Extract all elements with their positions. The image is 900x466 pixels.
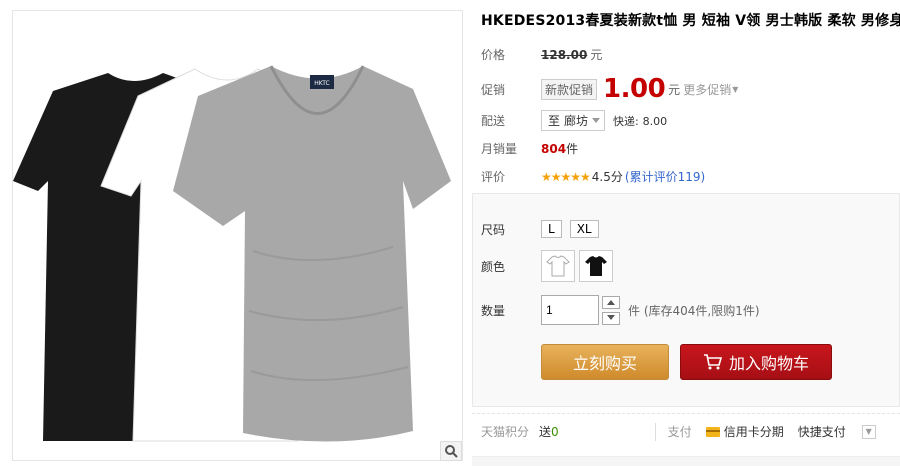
quantity-row: 数量 件 (库存404件,限购1件): [481, 295, 760, 325]
quantity-stepper: [602, 295, 620, 325]
pay-label: 支付: [667, 425, 692, 439]
price-label: 价格: [481, 48, 506, 62]
delivery-label: 配送: [481, 114, 506, 128]
sales-row: 月销量 804 件: [481, 140, 578, 157]
dropdown-arrow-icon: [592, 118, 601, 123]
chevron-down-icon: ▼: [865, 427, 872, 436]
color-option-black[interactable]: [579, 250, 613, 282]
color-label: 颜色: [481, 259, 506, 274]
size-row: 尺码 L XL: [481, 220, 607, 238]
product-meta: 价格 128.00 元 促销 新款促销 1.00 元 更多促销 ▼ 配送 至 廊…: [472, 38, 900, 190]
promo-label: 促销: [481, 82, 506, 97]
points-prefix: 送: [539, 425, 552, 439]
points-label: 天猫积分: [481, 425, 530, 439]
size-option-xl[interactable]: XL: [569, 220, 599, 238]
buy-now-button[interactable]: 立刻购买: [541, 344, 669, 380]
purchase-options: 尺码 L XL 颜色 数量 件 (库存404件,限购1件) 立刻购: [472, 193, 900, 407]
destination-value: 廊坊: [564, 114, 589, 128]
price-unit: 元: [590, 48, 603, 62]
tshirts-photo: HKTC: [13, 65, 451, 442]
shipping-label: 快递:: [613, 114, 639, 128]
black-tshirt-icon: [585, 256, 607, 276]
promo-unit: 元: [668, 82, 681, 97]
credit-card-installment[interactable]: 信用卡分期: [705, 423, 784, 440]
zoom-button[interactable]: [440, 441, 462, 461]
rating-row: 评价 ★★★★★ 4.5分 (累计评价119): [481, 168, 705, 185]
points-value: 0: [551, 425, 559, 439]
reviews-link[interactable]: (累计评价119): [625, 168, 705, 185]
product-image[interactable]: HKTC: [12, 10, 463, 461]
points-info: 送0: [539, 423, 559, 440]
quantity-decrease-button[interactable]: [602, 311, 620, 325]
destination-select[interactable]: 至 廊坊: [541, 110, 606, 131]
color-row: 颜色: [481, 250, 617, 282]
add-to-cart-button[interactable]: 加入购物车: [680, 344, 832, 380]
arrow-down-icon: [607, 315, 615, 320]
white-tshirt-icon: [546, 255, 570, 277]
rating-score: 4.5分: [591, 170, 623, 184]
quick-pay[interactable]: 快捷支付: [798, 423, 846, 440]
credit-card-label: 信用卡分期: [723, 425, 784, 439]
quantity-label: 数量: [481, 303, 506, 318]
divider: [654, 422, 656, 441]
cart-icon: [703, 354, 723, 370]
footer-info: 天猫积分 送0 支付 信用卡分期 快捷支付 ▼: [472, 413, 900, 449]
product-title: HKEDES2013春夏装新款t恤 男 短袖 V领 男士韩版 柔软 男修身T: [481, 13, 900, 29]
quantity-input[interactable]: [541, 295, 599, 325]
shipping-fee: 8.00: [642, 114, 668, 128]
sales-count: 804: [541, 141, 567, 156]
tag-text: HKTC: [314, 80, 329, 87]
rating-stars: ★★★★★: [541, 169, 591, 184]
price-row: 价格 128.00 元: [481, 46, 602, 63]
magnifier-icon: [445, 445, 458, 458]
add-to-cart-label: 加入购物车: [728, 354, 809, 373]
shipping-info: 快递: 8.00: [613, 113, 667, 129]
quantity-increase-button[interactable]: [602, 295, 620, 309]
promo-row: 促销 新款促销 1.00 元 更多促销 ▼: [481, 74, 738, 104]
delivery-row: 配送 至 廊坊 快递: 8.00: [481, 110, 667, 131]
destination-prefix: 至: [548, 114, 561, 128]
sales-label: 月销量: [481, 142, 518, 156]
promo-tag: 新款促销: [541, 78, 598, 100]
promo-price: 1.00: [603, 74, 666, 104]
credit-card-icon: [705, 426, 720, 437]
bottom-strip: [472, 456, 900, 466]
arrow-up-icon: [607, 300, 615, 305]
caret-down-icon: ▼: [732, 84, 739, 94]
size-label: 尺码: [481, 222, 506, 237]
original-price: 128.00: [541, 47, 588, 62]
sales-unit: 件: [566, 142, 579, 156]
more-promo-link[interactable]: 更多促销: [683, 81, 731, 98]
expand-payments-button[interactable]: ▼: [861, 424, 876, 439]
rating-label: 评价: [481, 170, 506, 184]
stock-note: 件 (库存404件,限购1件): [628, 303, 760, 318]
size-option-l[interactable]: L: [541, 220, 562, 238]
color-option-white[interactable]: [541, 250, 575, 282]
